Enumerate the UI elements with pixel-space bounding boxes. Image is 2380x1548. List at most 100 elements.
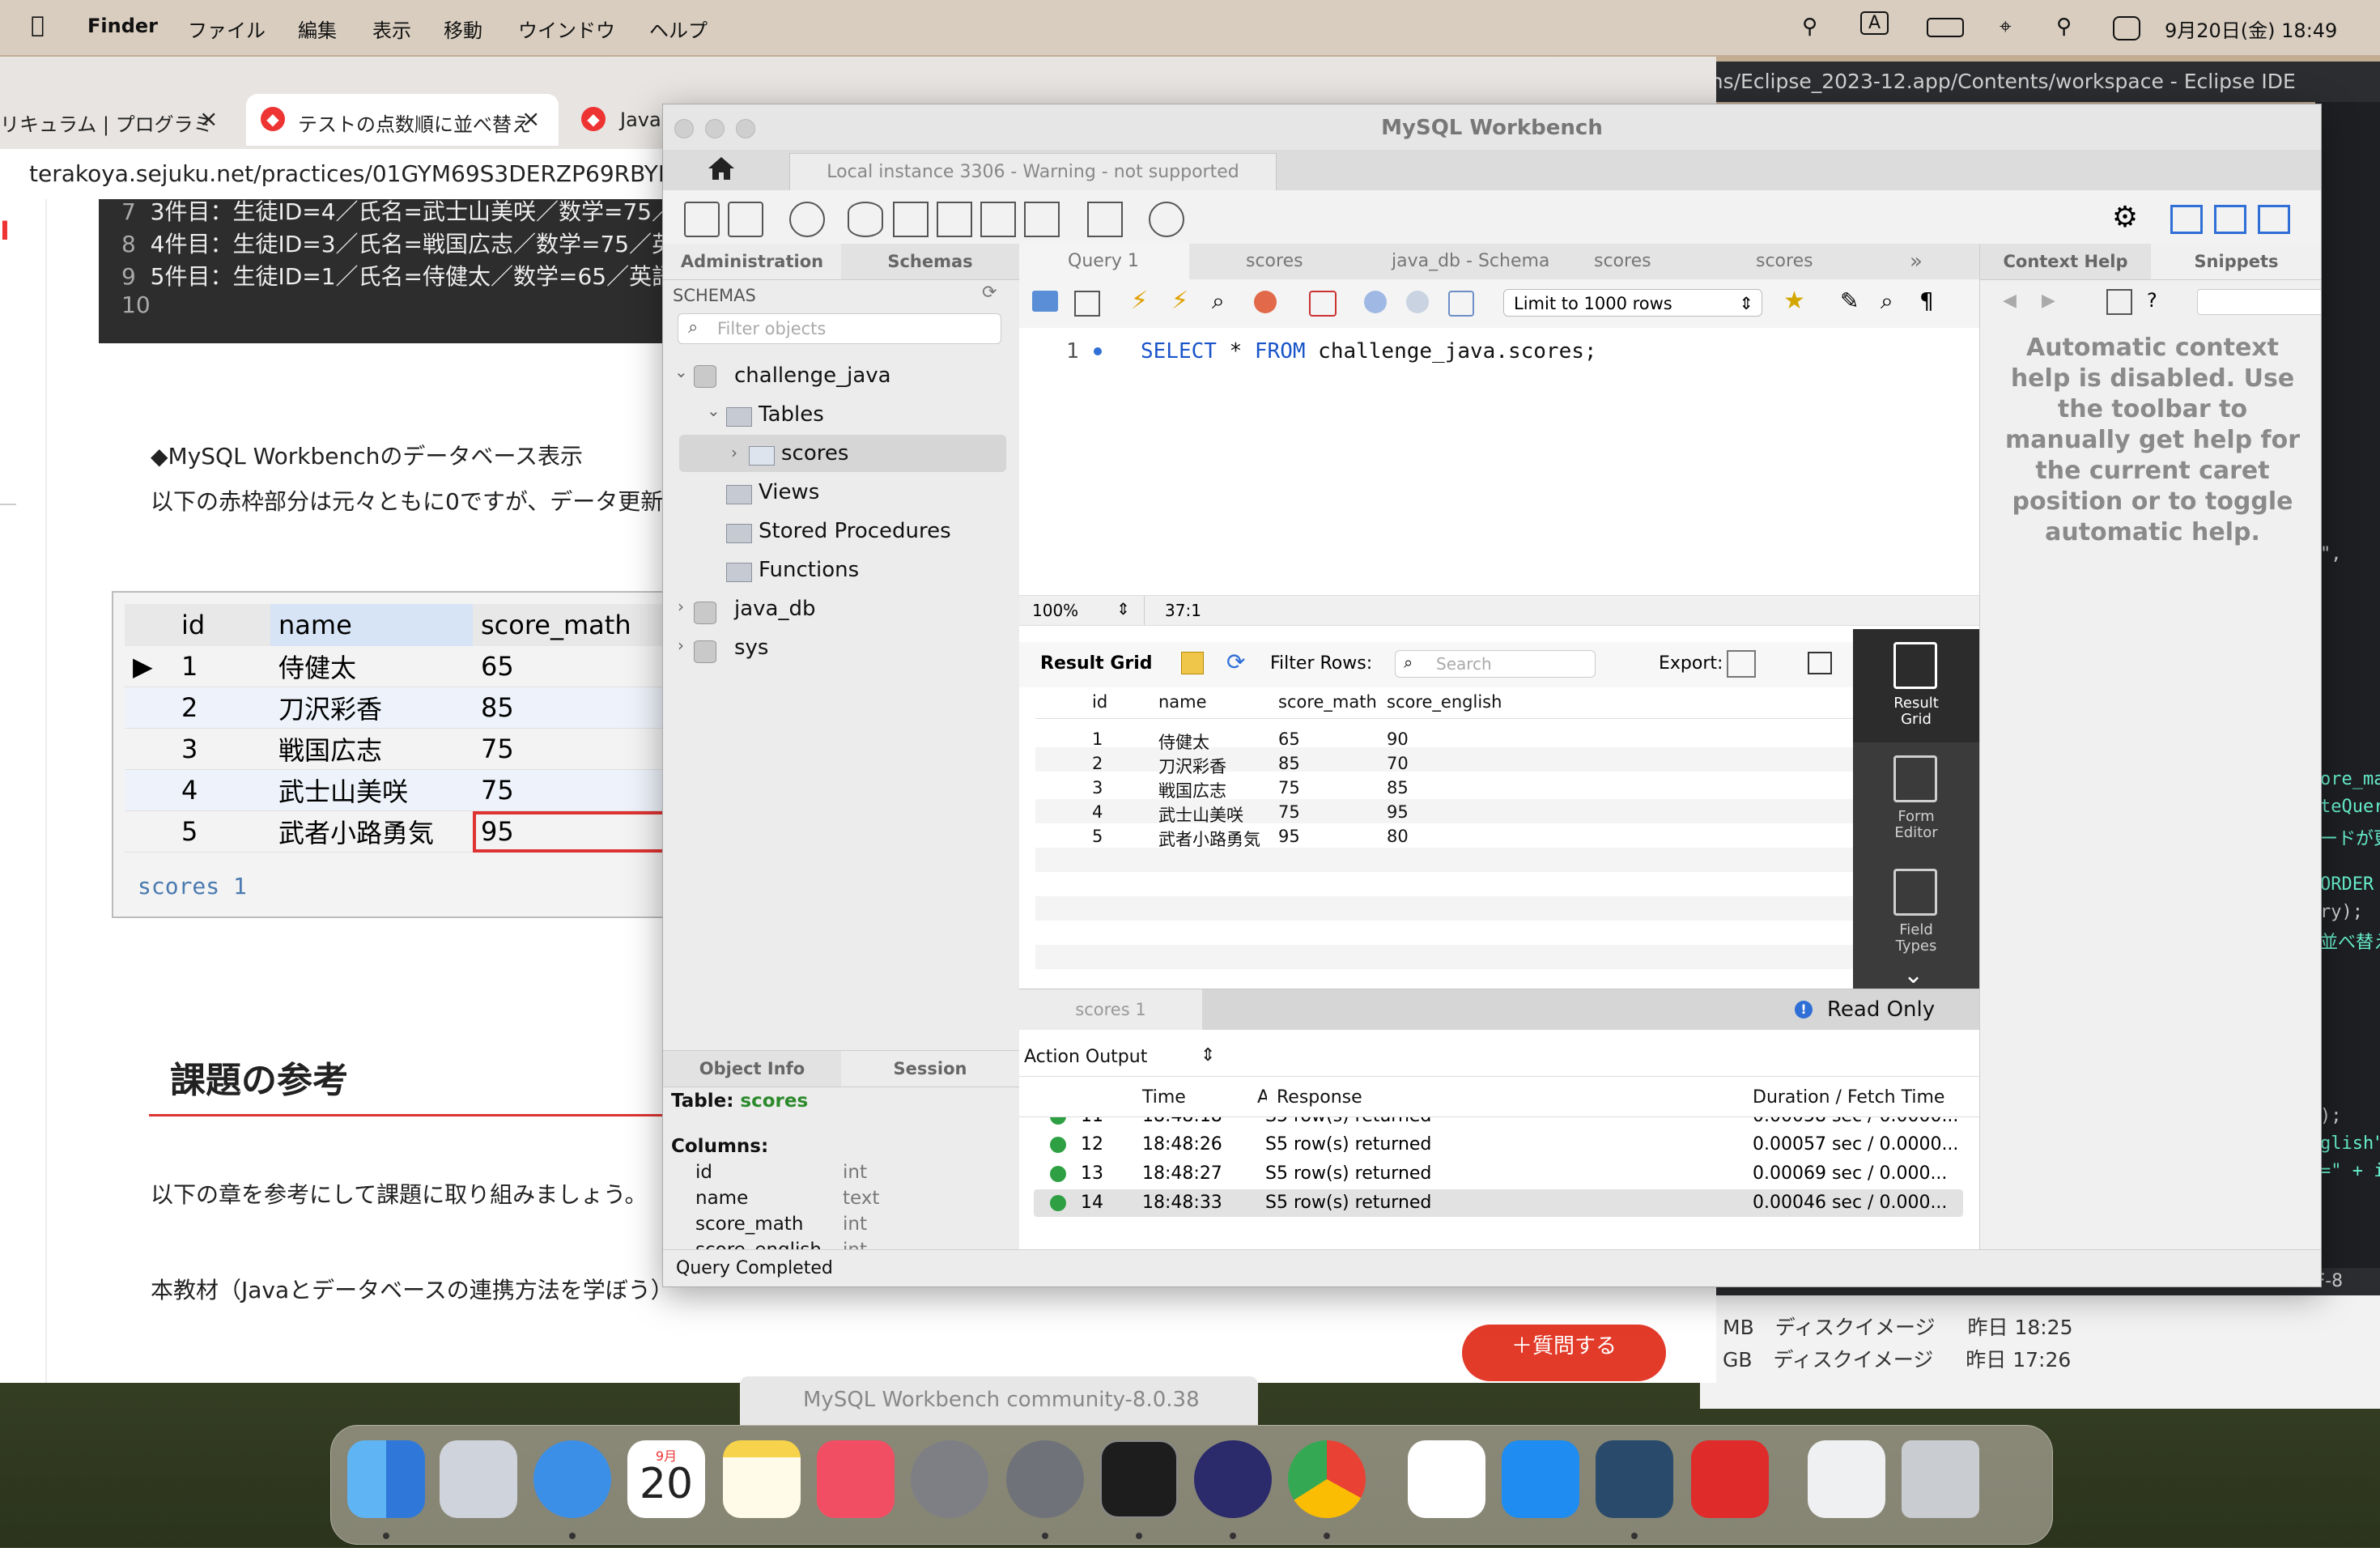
column-header[interactable]: score_math (1278, 692, 1377, 712)
eclipse-icon[interactable] (1194, 1440, 1272, 1518)
column-header[interactable]: id (1092, 692, 1107, 712)
toggle-secondary-sidebar-icon[interactable] (2258, 205, 2290, 234)
field-types-button[interactable]: Field Types (1853, 856, 1979, 969)
settings-gear-icon[interactable]: ⚙ (2109, 202, 2141, 234)
toggle-output-icon[interactable] (2214, 205, 2246, 234)
form-editor-button[interactable]: Form Editor (1853, 742, 1979, 856)
action-row-selected[interactable]: 14 18:48:33 S 5 row(s) returned 0.00046 … (1034, 1189, 1963, 1217)
tree-functions[interactable]: Functions (759, 558, 859, 582)
app-store-icon[interactable] (1502, 1440, 1579, 1518)
tab-scores[interactable]: scores (1197, 244, 1351, 279)
apple-icon[interactable]:  (31, 11, 45, 38)
save-icon[interactable] (1074, 291, 1100, 317)
chevron-down-icon[interactable]: ⌄ (674, 362, 688, 381)
auto-help-icon[interactable]: ? (2147, 289, 2157, 312)
sql-editor[interactable]: 1 SELECT * FROM challenge_java.scores; (1019, 328, 1979, 595)
chevron-right-icon[interactable]: › (731, 443, 737, 462)
search-table-data-icon[interactable] (1087, 202, 1123, 237)
action-row[interactable]: 12 18:48:26 S 5 row(s) returned 0.00057 … (1034, 1131, 1963, 1159)
chevron-down-icon[interactable]: ⌄ (1903, 961, 1923, 989)
toggle-sidebar-icon[interactable] (2170, 205, 2203, 234)
open-sql-file-icon[interactable] (728, 202, 763, 237)
tab-snippets[interactable]: Snippets (2151, 244, 2321, 279)
more-tabs-icon[interactable]: » (1910, 244, 1942, 279)
explain-icon[interactable]: ⌕ (1212, 289, 1244, 321)
export-icon[interactable] (1727, 650, 1756, 678)
create-view-icon[interactable] (937, 202, 972, 237)
tab-administration[interactable]: Administration (663, 244, 841, 279)
action-row[interactable]: 11 18:48:18 S 5 row(s) returned 0.00058 … (1034, 1117, 1963, 1130)
ask-question-button[interactable]: ＋質問する (1462, 1325, 1666, 1381)
schema-java-db[interactable]: java_db (734, 597, 815, 621)
inspector-icon[interactable] (789, 202, 825, 237)
add-snippet-icon[interactable]: ★ (1783, 289, 1816, 321)
tree-table-scores[interactable]: scores (781, 441, 848, 466)
column-header[interactable]: score_english (1387, 692, 1502, 712)
forward-icon[interactable]: ▶ (2042, 291, 2055, 311)
column-header[interactable]: name (1158, 692, 1207, 712)
schema-challenge-java[interactable]: challenge_java (734, 364, 891, 388)
home-icon[interactable] (705, 155, 762, 187)
tab-scores[interactable]: scores (1545, 244, 1699, 279)
commit-icon[interactable] (1364, 291, 1387, 313)
open-folder-icon[interactable] (1032, 291, 1058, 312)
action-output-title[interactable]: Action Output (1024, 1047, 1147, 1067)
close-icon[interactable]: × (521, 105, 540, 132)
browser-tab-active[interactable]: ◆ テストの点数順に並べ替え × (246, 94, 559, 146)
close-icon[interactable]: × (199, 105, 218, 132)
preview-icon[interactable] (1808, 1440, 1885, 1518)
terminal-icon[interactable] (1100, 1440, 1178, 1518)
execute-current-icon[interactable]: ⚡ (1171, 289, 1204, 321)
notes-icon[interactable] (723, 1440, 801, 1518)
zoom-level[interactable]: 100% (1032, 601, 1078, 620)
vscode-icon[interactable] (1408, 1440, 1485, 1518)
battery-icon[interactable] (1927, 18, 1964, 37)
mysql-workbench-icon[interactable] (1596, 1440, 1673, 1518)
chevron-right-icon[interactable]: › (678, 636, 684, 655)
trash-icon[interactable] (1902, 1440, 1979, 1518)
refresh-icon[interactable]: ⟳ (982, 283, 997, 303)
create-function-icon[interactable] (1024, 202, 1060, 237)
browser-tab[interactable]: リキュラム | プログラミ × (0, 94, 243, 146)
schema-sys[interactable]: sys (734, 636, 768, 660)
menu-go[interactable]: 移動 (444, 15, 482, 43)
create-table-icon[interactable] (893, 202, 929, 237)
file-row[interactable]: GB ディスクイメージ 昨日 17:26 (1723, 1344, 2071, 1373)
grid-view-icon[interactable] (1181, 652, 1204, 674)
tree-stored-procedures[interactable]: Stored Procedures (759, 519, 951, 543)
new-sql-tab-icon[interactable] (684, 202, 720, 237)
safari-icon[interactable] (533, 1440, 611, 1518)
filter-objects-input[interactable]: ⌕ Filter objects (678, 313, 1001, 344)
tree-tables[interactable]: Tables (759, 402, 824, 427)
control-icon[interactable]: ⚲ (1802, 15, 1817, 39)
tab-session[interactable]: Session (841, 1051, 1019, 1087)
tab-scores[interactable]: scores (1707, 244, 1861, 279)
manual-help-icon[interactable] (2106, 289, 2132, 315)
limit-rows-select[interactable]: Limit to 1000 rows ⇕ (1503, 289, 1762, 317)
autocommit-icon[interactable] (1448, 291, 1474, 317)
menu-app-name[interactable]: Finder (87, 15, 158, 37)
search-icon[interactable]: ⚲ (2056, 15, 2072, 39)
finder-icon[interactable] (347, 1440, 425, 1518)
tab-query-1[interactable]: Query 1 (1019, 244, 1189, 279)
chrome-icon[interactable] (1288, 1440, 1366, 1518)
result-grid-button[interactable]: Result Grid (1853, 629, 1979, 742)
sequel-ace-icon[interactable] (1006, 1440, 1084, 1518)
tab-java-db-schema[interactable]: java_db - Schema (1359, 244, 1549, 279)
chevron-down-icon[interactable]: ⌄ (707, 401, 720, 420)
create-schema-icon[interactable] (848, 202, 883, 237)
tab-object-info[interactable]: Object Info (663, 1051, 841, 1087)
refresh-icon[interactable]: ⟳ (1226, 649, 1245, 675)
filter-rows-input[interactable]: ⌕ Search (1395, 650, 1596, 678)
music-icon[interactable] (817, 1440, 895, 1518)
result-grid[interactable]: id name score_math score_english 1 侍健太 6… (1035, 687, 1853, 982)
calendar-icon[interactable]: 9月 20 (627, 1440, 705, 1518)
find-icon[interactable]: ⌕ (1881, 289, 1913, 321)
file-row[interactable]: MB ディスクイメージ 昨日 18:25 (1723, 1312, 2073, 1341)
chevron-updown-icon[interactable]: ⇕ (1201, 1045, 1215, 1065)
control-center-icon[interactable] (2113, 16, 2140, 40)
back-icon[interactable]: ◀ (2003, 291, 2017, 311)
tab-context-help[interactable]: Context Help (1980, 244, 2151, 279)
execute-icon[interactable]: ⚡ (1131, 289, 1163, 321)
action-row[interactable]: 13 18:48:27 S 5 row(s) returned 0.00069 … (1034, 1160, 1963, 1188)
